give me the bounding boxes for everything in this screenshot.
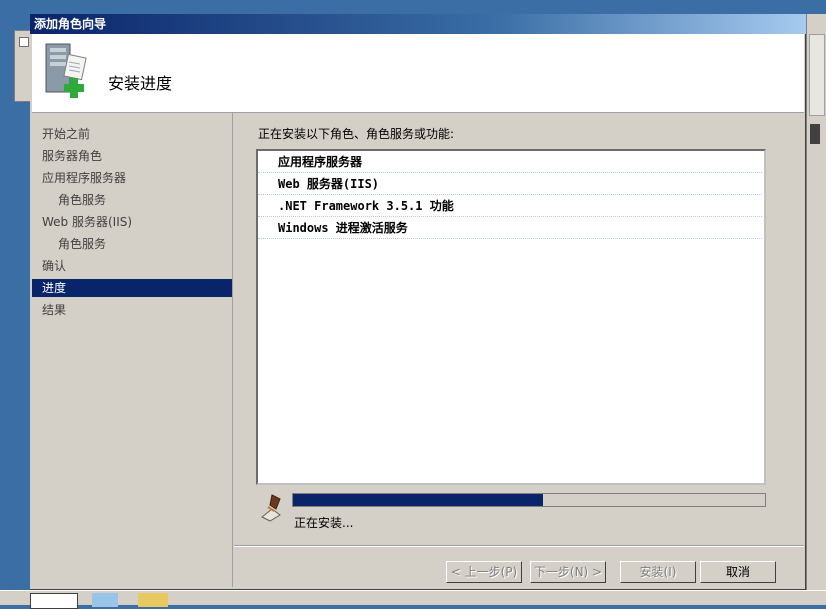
install-button[interactable]: 安装(I) (620, 561, 696, 583)
install-progress-bar (292, 493, 766, 507)
nav-step-item: 确认 (42, 259, 67, 273)
cancel-button[interactable]: 取消 (700, 561, 776, 583)
install-progress-icon (261, 494, 281, 522)
nav-step-item: 角色服务 (58, 237, 107, 251)
back-button[interactable]: < 上一步(P) (446, 561, 522, 583)
page-title: 安装进度 (108, 74, 173, 93)
installing-list[interactable]: 应用程序服务器 Web 服务器(IIS) .NET Framework 3.5.1 … (256, 149, 766, 485)
nav-step-item: 应用程序服务器 (42, 171, 127, 185)
taskbar-folder-icon[interactable] (138, 593, 168, 607)
nav-step-item: 开始之前 (42, 127, 91, 141)
nav-step-item: 进度 (32, 279, 232, 297)
installing-label: 正在安装以下角色、角色服务或功能: (258, 127, 455, 141)
footer-divider (234, 545, 804, 546)
list-item: 应用程序服务器 (258, 151, 762, 173)
list-item: Web 服务器(IIS) (258, 173, 762, 195)
wizard-header: 安装进度 (32, 34, 804, 113)
wizard-steps-nav: 开始之前服务器角色应用程序服务器 角色服务 Web 服务器(IIS) 角色服务确认进度… (32, 113, 233, 587)
list-item: .NET Framework 3.5.1 功能 (258, 195, 762, 217)
wizard-content: 正在安装以下角色、角色服务或功能: 应用程序服务器 Web 服务器(IIS) .NE… (234, 113, 804, 587)
taskbar-server-manager-icon[interactable] (30, 593, 78, 609)
nav-step-item: 服务器角色 (42, 149, 103, 163)
list-item: Windows 进程激活服务 (258, 217, 762, 239)
taskbar (0, 590, 826, 609)
nav-step-item: 角色服务 (58, 193, 107, 207)
progress-status-text: 正在安装... (294, 516, 354, 530)
progress-fill (293, 494, 544, 506)
scrollbar-thumb[interactable] (810, 124, 820, 144)
add-roles-wizard-window: 添加角色向导 安装进度 开始之前 服务器角色 应用程序服务器 角色服务 Web 服务器(… (30, 14, 806, 590)
server-add-icon (45, 43, 87, 98)
window-title[interactable]: 添加角色向导 (30, 14, 806, 34)
background-scrollbar[interactable] (806, 14, 826, 590)
next-button[interactable]: 下一步(N) > (530, 561, 606, 583)
scrollbar-track[interactable] (809, 34, 825, 116)
checkbox-icon (19, 37, 29, 47)
nav-step-item: 结果 (42, 303, 67, 317)
taskbar-explorer-icon[interactable] (92, 593, 118, 607)
nav-step-item: Web 服务器(IIS) (42, 215, 133, 229)
